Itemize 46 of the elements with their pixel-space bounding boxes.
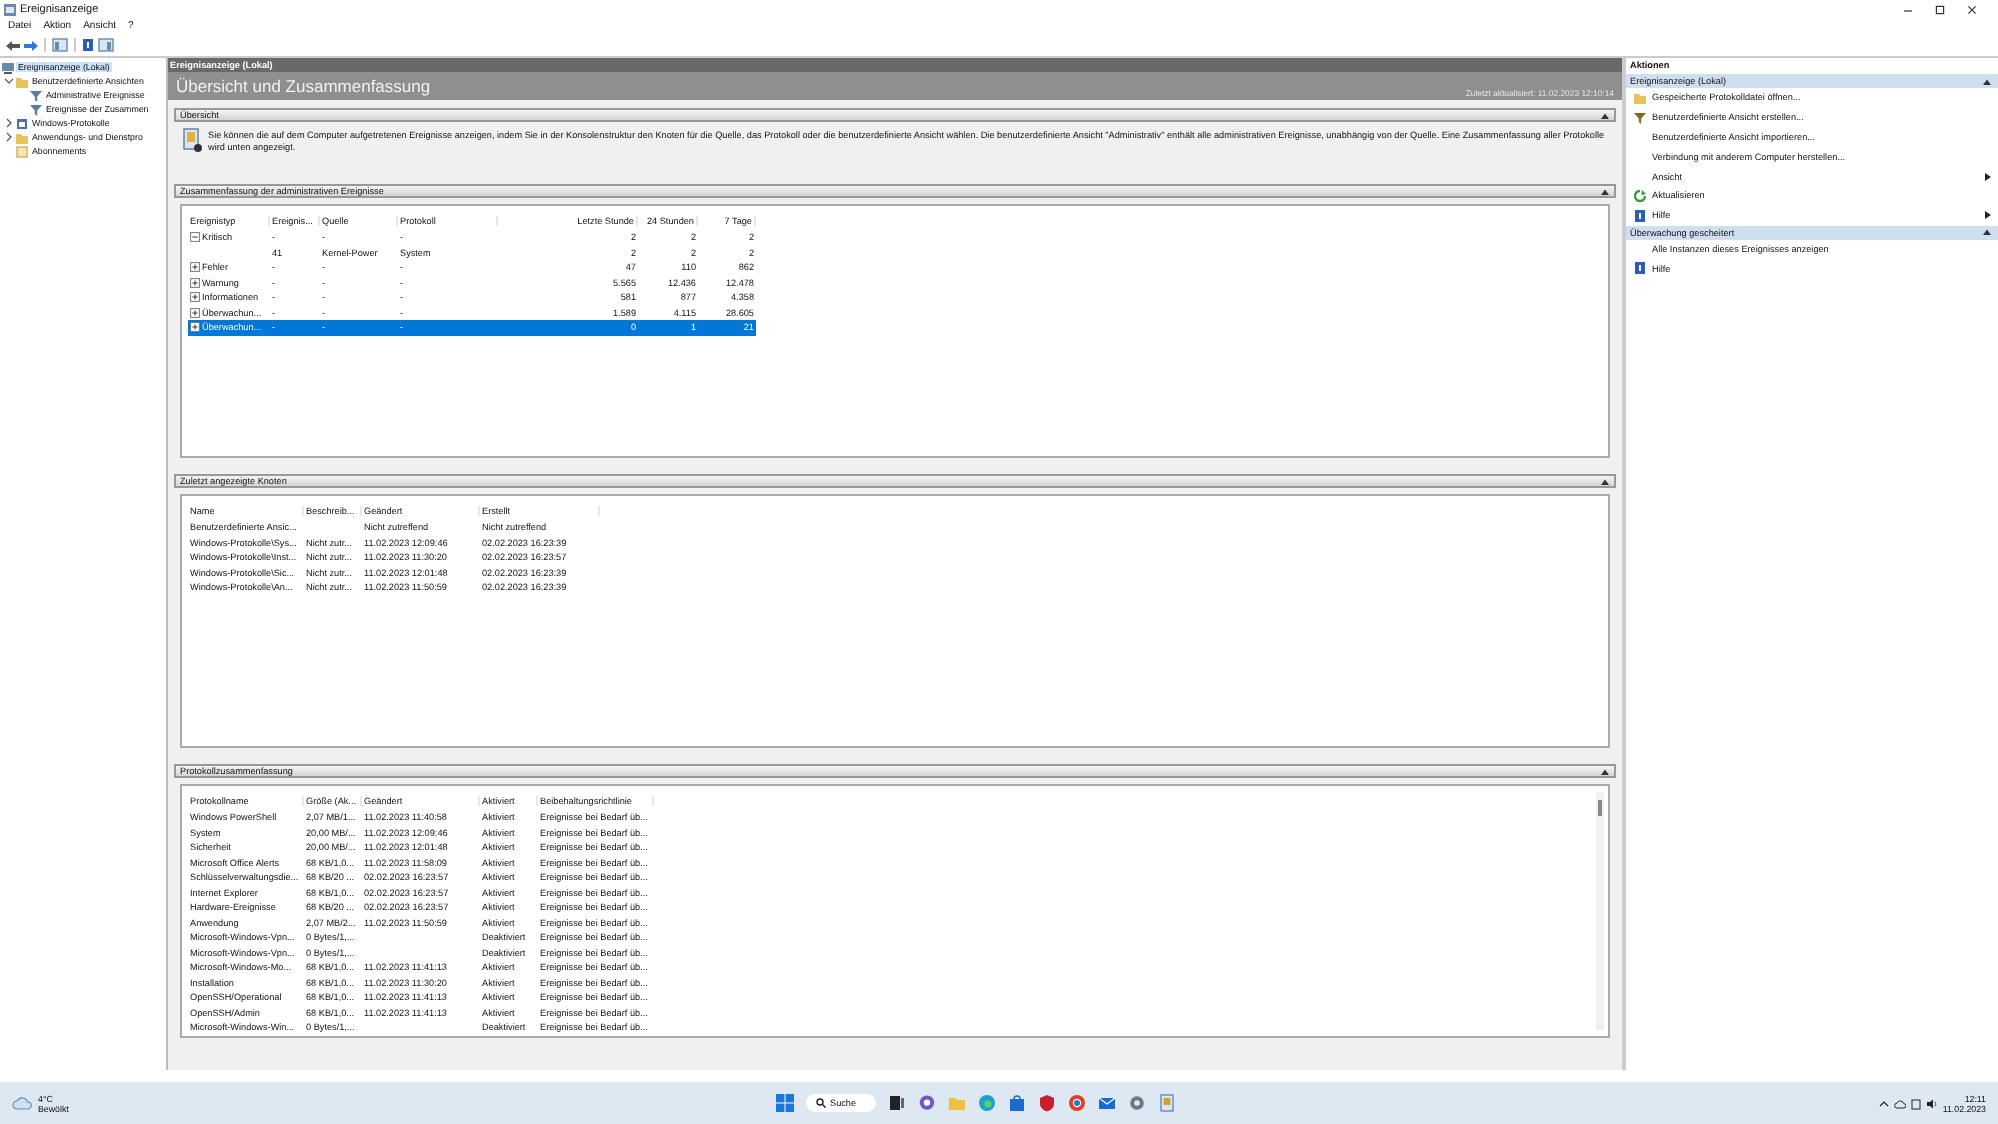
collapse-arrow-icon[interactable] (1600, 767, 1610, 775)
chevron-up-icon[interactable] (1878, 1097, 1891, 1109)
speaker-icon[interactable] (1926, 1097, 1939, 1109)
help-book-icon[interactable] (82, 38, 94, 52)
mail-icon[interactable] (1098, 1094, 1116, 1112)
search-icon (816, 1098, 826, 1108)
store-bag-icon[interactable] (1008, 1094, 1026, 1112)
collapse-arrow-icon[interactable] (1600, 187, 1610, 195)
maximize-icon[interactable] (1934, 3, 1946, 15)
cloud-icon (12, 1096, 32, 1110)
window-icon[interactable] (52, 38, 68, 52)
plus-box-icon[interactable] (190, 262, 200, 273)
help-book-icon (1634, 262, 1646, 275)
chevron-right-icon[interactable] (4, 132, 14, 142)
app-icon (4, 3, 16, 15)
forward-arrow-icon[interactable] (24, 39, 38, 51)
submenu-arrow-icon[interactable] (1984, 171, 1992, 182)
chat-bubble-icon[interactable] (918, 1094, 936, 1112)
chevron-right-icon[interactable] (4, 118, 14, 128)
plus-box-icon[interactable] (190, 307, 200, 318)
gear-icon[interactable] (1128, 1094, 1146, 1112)
folder-icon (16, 131, 28, 143)
refresh-icon (1634, 189, 1646, 202)
folder-icon (1634, 91, 1646, 104)
close-icon[interactable] (1966, 3, 1978, 15)
collapse-arrow-icon[interactable] (1982, 77, 1992, 85)
funnel-icon (1634, 111, 1646, 124)
computer-icon (2, 61, 14, 73)
plus-box-icon[interactable] (190, 322, 200, 333)
page-title: Übersicht und Zusammenfassung (176, 76, 431, 96)
submenu-arrow-icon[interactable] (1984, 210, 1992, 221)
panel-icon[interactable] (98, 38, 114, 52)
task-view-icon[interactable] (888, 1094, 906, 1112)
help-book-icon (1634, 209, 1646, 222)
back-arrow-icon[interactable] (6, 39, 20, 51)
plus-box-icon[interactable] (190, 277, 200, 288)
collapse-arrow-icon[interactable] (1982, 228, 1992, 237)
chevron-down-icon[interactable] (4, 76, 14, 86)
scrollbar-thumb[interactable] (1598, 800, 1602, 816)
plus-box-icon[interactable] (190, 292, 200, 303)
cloud-icon[interactable] (1894, 1097, 1907, 1109)
collapse-arrow-icon[interactable] (1600, 111, 1610, 119)
log-icon (16, 117, 28, 129)
collapse-arrow-icon[interactable] (1600, 477, 1610, 485)
shield-icon[interactable] (1038, 1094, 1056, 1112)
minus-box-icon[interactable] (190, 232, 200, 243)
